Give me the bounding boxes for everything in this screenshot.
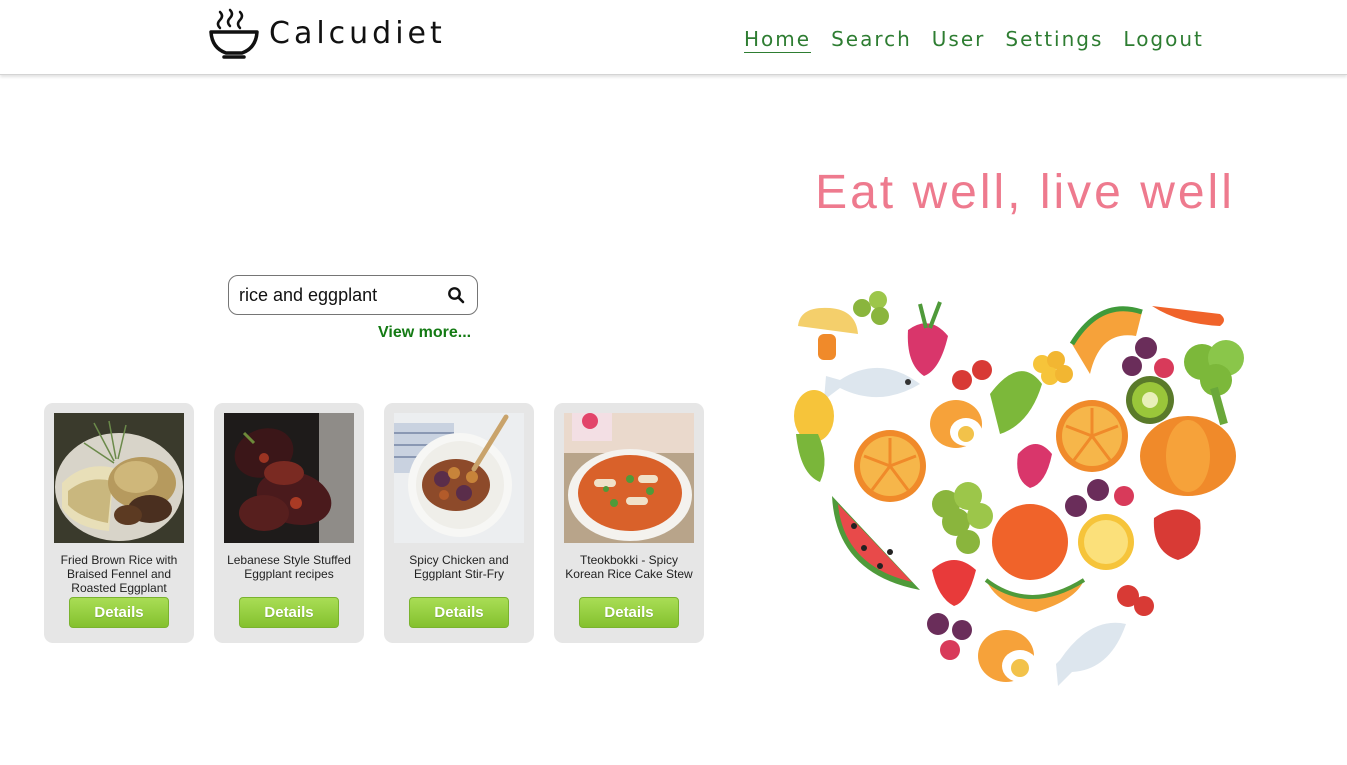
recipe-title: Lebanese Style Stuffed Eggplant recipes (227, 553, 351, 581)
nav-logout[interactable]: Logout (1123, 27, 1203, 53)
soup-bowl-icon (209, 8, 259, 59)
nav-home[interactable]: Home (744, 27, 812, 53)
brand[interactable]: Calcudiet (208, 6, 446, 62)
details-button[interactable]: Details (69, 597, 169, 628)
recipe-title: Spicy Chicken and Eggplant Stir-Fry (409, 553, 509, 581)
brand-name: Calcudiet (269, 16, 446, 51)
top-navbar: Calcudiet Home Search User Settings Logo… (0, 0, 1347, 75)
search-icon[interactable] (447, 286, 465, 304)
main-nav: Home Search User Settings Logout (744, 27, 1224, 53)
recipe-card: Fried Brown Rice with Braised Fennel and… (44, 403, 194, 643)
search-box (228, 275, 478, 315)
nav-user[interactable]: User (932, 27, 986, 53)
recipe-image[interactable] (224, 413, 354, 543)
search-input[interactable] (239, 280, 439, 310)
details-button[interactable]: Details (239, 597, 339, 628)
recipe-image[interactable] (564, 413, 694, 543)
recipe-image[interactable] (394, 413, 524, 543)
tagline: Eat well, live well (815, 166, 1235, 219)
fruit-vegetable-heart-illustration (794, 291, 1244, 686)
recipe-image[interactable] (54, 413, 184, 543)
nav-settings[interactable]: Settings (1005, 27, 1103, 53)
details-button[interactable]: Details (579, 597, 679, 628)
recipe-title: Fried Brown Rice with Braised Fennel and… (60, 553, 178, 595)
recipe-card: Lebanese Style Stuffed Eggplant recipes … (214, 403, 364, 643)
nav-search[interactable]: Search (831, 27, 912, 53)
details-button[interactable]: Details (409, 597, 509, 628)
recipe-card: Tteokbokki - Spicy Korean Rice Cake Stew… (554, 403, 704, 643)
view-more-link[interactable]: View more... (378, 324, 471, 342)
recipe-card: Spicy Chicken and Eggplant Stir-Fry Deta… (384, 403, 534, 643)
recipe-title: Tteokbokki - Spicy Korean Rice Cake Stew (565, 553, 693, 581)
